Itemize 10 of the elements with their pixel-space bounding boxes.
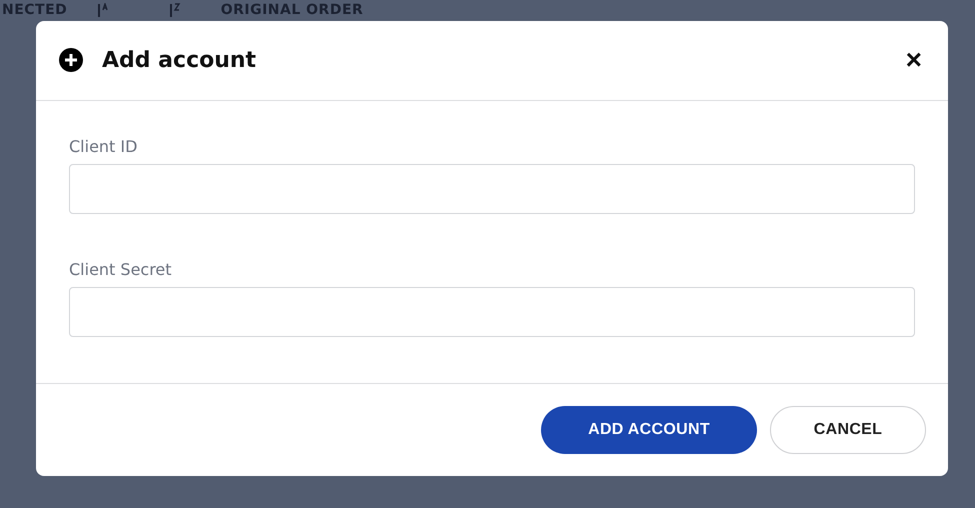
- sort-icon[interactable]: [169, 3, 183, 17]
- field-label: Client Secret: [69, 260, 173, 279]
- field-label: Client ID: [69, 136, 138, 156]
- close-button[interactable]: ×: [902, 46, 926, 74]
- add-account-button[interactable]: ADD ACCOUNT: [541, 406, 757, 454]
- plus-circle-icon: [58, 47, 84, 74]
- input-field[interactable]: [69, 286, 915, 337]
- dialog-title: Add account: [102, 48, 258, 73]
- input-field[interactable]: [69, 164, 915, 214]
- cancel-button[interactable]: CANCEL: [770, 406, 926, 454]
